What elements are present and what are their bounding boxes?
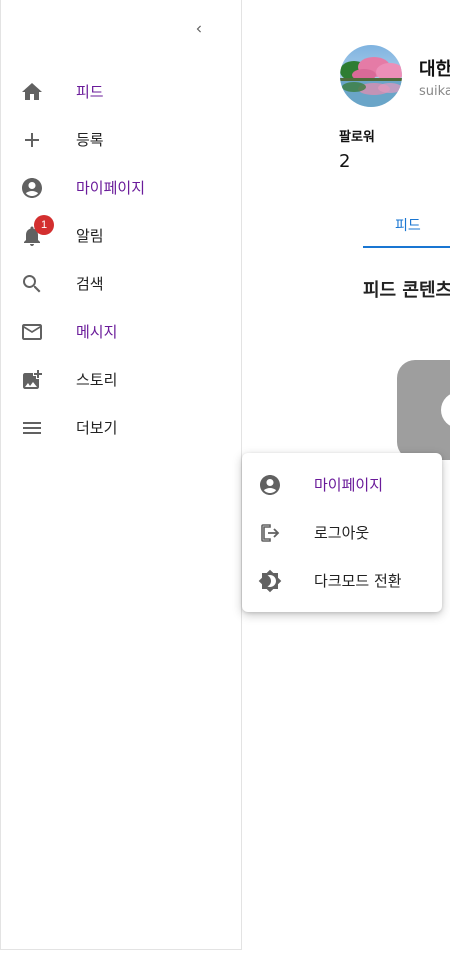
menu-item-label: 로그아웃 [314, 524, 370, 542]
mail-icon [20, 320, 44, 344]
sidebar-item-label: 마이페이지 [76, 179, 146, 197]
tab-label: 피드 [395, 218, 421, 234]
sidebar-item-mypage[interactable]: 마이페이지 [1, 164, 241, 212]
account-circle-icon [20, 176, 44, 200]
follower-label: 팔로워 [339, 130, 375, 145]
sidebar-item-register[interactable]: 등록 [1, 116, 241, 164]
app-page: 피드 등록 마이페이지 알림 1 검색 메시지 스토리 더보기 대한 suika… [0, 0, 450, 954]
menu-icon [20, 416, 44, 440]
brightness-icon [258, 569, 282, 593]
menu-item-dark-mode[interactable]: 다크모드 전환 [242, 557, 442, 605]
avatar-image [340, 45, 402, 107]
tab-feed[interactable]: 피드 [363, 200, 450, 248]
menu-item-logout[interactable]: 로그아웃 [242, 509, 442, 557]
sidebar-item-label: 검색 [76, 275, 104, 293]
home-icon [20, 80, 44, 104]
notification-badge: 1 [34, 215, 54, 235]
sidebar-item-label: 등록 [76, 131, 104, 149]
sidebar-item-label: 더보기 [76, 419, 118, 437]
chevron-left-icon [196, 25, 201, 33]
sidebar-item-feed[interactable]: 피드 [1, 68, 241, 116]
menu-item-label: 마이페이지 [314, 476, 384, 494]
profile-user-id: suika [419, 84, 450, 99]
menu-item-mypage[interactable]: 마이페이지 [242, 461, 442, 509]
sidebar-item-story[interactable]: 스토리 [1, 356, 241, 404]
sidebar-item-label: 메시지 [76, 323, 118, 341]
avatar[interactable] [340, 45, 402, 107]
plus-icon [20, 128, 44, 152]
sidebar-item-label: 피드 [76, 83, 104, 101]
profile-name: 대한 [419, 59, 450, 80]
sidebar: 피드 등록 마이페이지 알림 1 검색 메시지 스토리 더보기 [0, 0, 242, 950]
follower-count[interactable]: 2 [339, 151, 350, 172]
account-circle-icon [258, 473, 282, 497]
logout-icon [258, 521, 282, 545]
sidebar-item-more[interactable]: 더보기 [1, 404, 241, 452]
content-title: 피드 콘텐츠 [363, 280, 450, 301]
sidebar-item-search[interactable]: 검색 [1, 260, 241, 308]
sidebar-item-messages[interactable]: 메시지 [1, 308, 241, 356]
sidebar-collapse-button[interactable] [189, 19, 209, 39]
menu-item-label: 다크모드 전환 [314, 572, 402, 590]
tab-indicator [363, 246, 450, 248]
sidebar-item-label: 알림 [76, 227, 104, 245]
add-photo-icon [20, 368, 44, 392]
sidebar-item-label: 스토리 [76, 371, 118, 389]
more-menu-popup: 마이페이지 로그아웃 다크모드 전환 [242, 453, 442, 612]
search-icon [20, 272, 44, 296]
